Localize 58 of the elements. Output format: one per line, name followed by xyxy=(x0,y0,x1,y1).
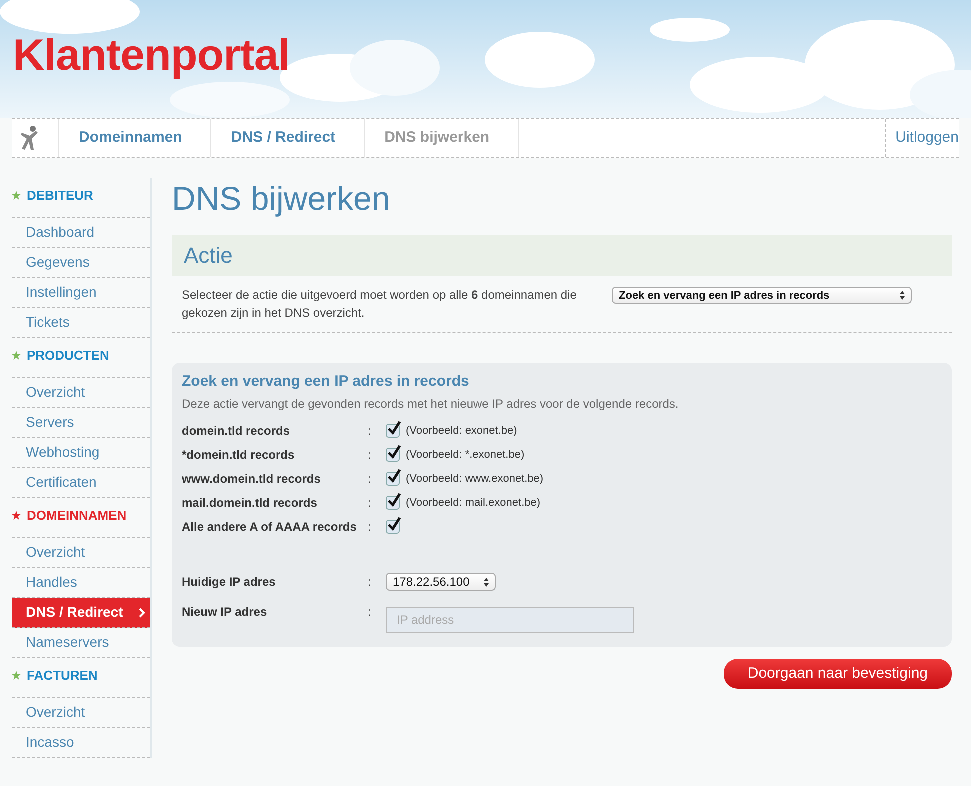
colon-separator: : xyxy=(368,471,372,488)
field-label: *domein.tld records xyxy=(182,447,296,464)
person-icon[interactable] xyxy=(20,125,40,151)
sidebar-item[interactable]: Certificaten xyxy=(12,468,150,498)
checkbox[interactable] xyxy=(386,448,400,462)
checkbox[interactable] xyxy=(386,496,400,510)
checkbox[interactable] xyxy=(386,472,400,486)
action-select[interactable]: Zoek en vervang een IP adres in records xyxy=(612,287,912,304)
field-label: mail.domein.tld records xyxy=(182,495,318,512)
continue-button[interactable]: Doorgaan naar bevestiging xyxy=(724,659,952,689)
breadcrumb-link[interactable]: DNS / Redirect xyxy=(211,119,365,157)
colon-separator: : xyxy=(368,519,372,536)
sidebar-item[interactable]: Servers xyxy=(12,408,150,438)
colon-separator: : xyxy=(368,604,372,621)
breadcrumb-link[interactable]: DNS bijwerken xyxy=(364,119,519,157)
colon-separator: : xyxy=(368,423,372,440)
logout-link[interactable]: Uitloggen xyxy=(884,119,959,157)
stepper-icon xyxy=(484,578,489,586)
sidebar-item[interactable]: Nameservers xyxy=(12,628,150,658)
page-title: DNS bijwerken xyxy=(172,180,392,218)
section-heading: Actie xyxy=(172,235,952,276)
ip-select[interactable]: 178.22.56.100 xyxy=(386,573,496,591)
ip-input-field[interactable]: IP address xyxy=(386,607,634,633)
sidebar-item[interactable]: Overzicht xyxy=(12,698,150,728)
field-label: Huidige IP adres xyxy=(182,574,277,591)
example-text: (Voorbeeld: exonet.be) xyxy=(406,424,518,439)
sidebar-section-title: PRODUCTEN xyxy=(12,338,150,378)
stepper-icon xyxy=(900,291,905,300)
field-label: domein.tld records xyxy=(182,423,292,440)
colon-separator: : xyxy=(368,495,372,512)
sidebar-section-title: DEBITEUR xyxy=(12,178,150,218)
sidebar-section-title: FACTUREN xyxy=(12,658,150,698)
colon-separator: : xyxy=(368,574,372,591)
panel-description: Deze actie vervangt de gevonden records met het nieuwe IP adres voor de volgende records. xyxy=(182,396,680,413)
sidebar-item[interactable]: Overzicht xyxy=(12,538,150,568)
field-label: Nieuw IP adres xyxy=(182,604,268,621)
panel-heading: Zoek en vervang een IP adres in records xyxy=(182,373,470,391)
sidebar-item[interactable]: DNS / Redirect xyxy=(12,598,150,628)
breadcrumb-link[interactable]: Domeinnamen xyxy=(59,119,212,157)
example-text: (Voorbeeld: *.exonet.be) xyxy=(406,448,525,463)
site-title: Klantenportal xyxy=(12,30,290,82)
sidebar-item[interactable]: Tickets xyxy=(12,308,150,338)
sidebar-item[interactable]: Overzicht xyxy=(12,378,150,408)
checkbox[interactable] xyxy=(386,424,400,438)
sidebar-item[interactable]: Instellingen xyxy=(12,278,150,308)
field-label: www.domein.tld records xyxy=(182,471,322,488)
sidebar-item[interactable]: Incasso xyxy=(12,728,150,758)
sidebar-item[interactable]: Webhosting xyxy=(12,438,150,468)
checkbox[interactable] xyxy=(386,520,400,534)
sidebar-item[interactable]: Dashboard xyxy=(12,218,150,248)
example-text: (Voorbeeld: www.exonet.be) xyxy=(406,472,544,487)
sidebar-item[interactable]: Gegevens xyxy=(12,248,150,278)
sidebar-section-title: DOMEINNAMEN xyxy=(12,498,150,538)
chevron-icon xyxy=(139,608,146,618)
colon-separator: : xyxy=(368,447,372,464)
action-description: Selecteer de actie die uitgevoerd moet worden op alle 6 domeinnamen die gekozen zijn in het DNS overzicht. xyxy=(182,287,578,322)
field-label: Alle andere A of AAAA records xyxy=(182,519,358,536)
example-text: (Voorbeeld: mail.exonet.be) xyxy=(406,496,541,511)
